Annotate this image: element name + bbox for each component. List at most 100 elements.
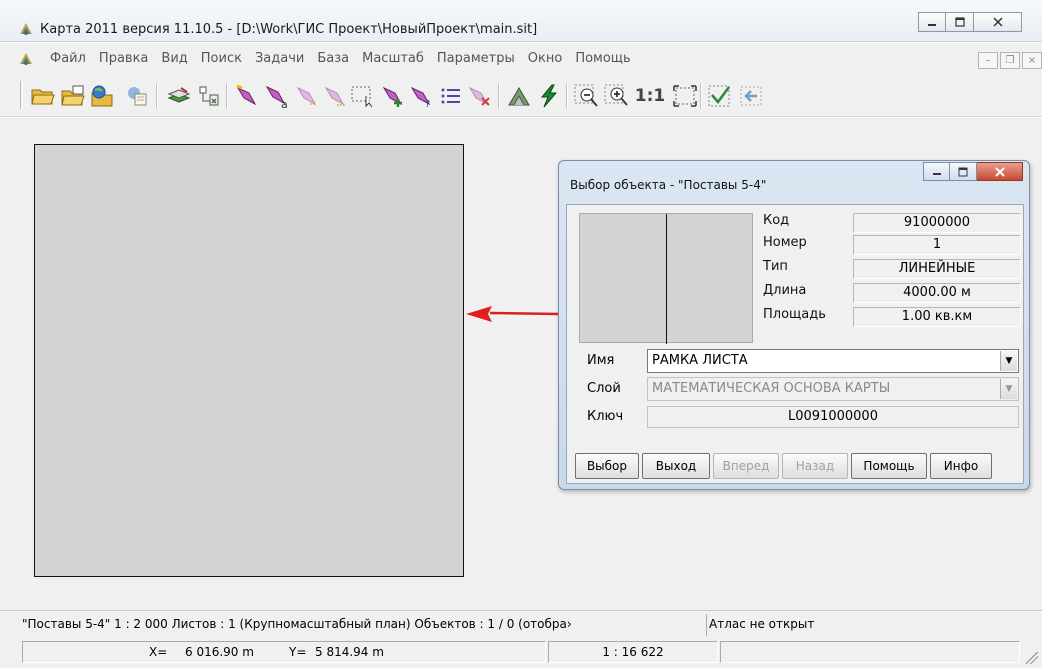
menu-file[interactable]: Файл xyxy=(44,51,93,66)
select-area-icon[interactable] xyxy=(350,83,376,109)
app-map-icon xyxy=(18,21,34,37)
window-title: Карта 2011 версия 11.10.5 - [D:\Work\ГИС… xyxy=(40,22,538,37)
status-map-info: "Поставы 5-4" 1 : 2 000 Листов : 1 (Круп… xyxy=(22,617,572,631)
maximize-icon xyxy=(958,167,968,176)
name-combobox[interactable]: РАМКА ЛИСТА ▼ xyxy=(647,349,1019,373)
type-label: Тип xyxy=(763,259,788,274)
select-disabled-icon[interactable] xyxy=(294,83,320,109)
close-icon xyxy=(992,17,1003,27)
area-value: 1.00 кв.км xyxy=(853,307,1021,327)
back-button[interactable]: Назад xyxy=(782,453,848,479)
select-by-name-icon[interactable]: a xyxy=(264,83,290,109)
toolbar-grip[interactable] xyxy=(20,81,23,109)
close-button[interactable] xyxy=(974,12,1022,32)
exit-button[interactable]: Выход xyxy=(642,453,710,479)
key-value: L0091000000 xyxy=(647,406,1019,428)
menu-tasks[interactable]: Задачи xyxy=(249,51,311,66)
map-workspace: Выбор объекта - "Поставы 5-4" Код 910000… xyxy=(0,118,1042,610)
close-icon xyxy=(994,166,1005,177)
database-globe-icon[interactable] xyxy=(124,83,150,109)
x-coordinate: 6 016.90 m xyxy=(185,645,254,659)
area-label: Площадь xyxy=(763,307,826,322)
select-button[interactable]: Выбор xyxy=(575,453,639,479)
help-button[interactable]: Помощь xyxy=(851,453,927,479)
menu-search[interactable]: Поиск xyxy=(195,51,249,66)
menu-bar: Файл Правка Вид Поиск Задачи База Масшта… xyxy=(0,43,1042,73)
menu-help[interactable]: Помощь xyxy=(569,51,637,66)
svg-text:a: a xyxy=(281,98,288,109)
open-folder-icon[interactable] xyxy=(30,83,56,109)
preview-line xyxy=(666,214,667,344)
chevron-down-icon[interactable]: ▼ xyxy=(1000,379,1017,399)
dialog-title: Выбор объекта - "Поставы 5-4" xyxy=(570,178,767,192)
chevron-down-icon[interactable]: ▼ xyxy=(1000,351,1017,371)
status-bar-bottom: X= 6 016.90 m Y= 5 814.94 m 1 : 16 622 xyxy=(0,638,1042,668)
y-coordinate: 5 814.94 m xyxy=(315,645,384,659)
select-object-icon[interactable] xyxy=(234,83,260,109)
mdi-close-button[interactable]: × xyxy=(1022,52,1042,69)
menu-scale[interactable]: Масштаб xyxy=(356,51,431,66)
open-multiple-icon[interactable] xyxy=(60,83,86,109)
check-icon[interactable] xyxy=(708,83,734,109)
status-atlas: Атлас не открыт xyxy=(706,614,1042,636)
mdi-minimize-button[interactable]: – xyxy=(978,52,998,69)
dialog-maximize-button[interactable] xyxy=(950,162,977,181)
layers-icon[interactable] xyxy=(166,83,192,109)
svg-text:?: ? xyxy=(425,99,430,108)
select-similar-icon[interactable] xyxy=(322,83,348,109)
forward-button[interactable]: Вперед xyxy=(713,453,779,479)
resize-grip[interactable] xyxy=(1026,652,1038,664)
dialog-close-button[interactable] xyxy=(977,162,1023,181)
terrain-3d-icon[interactable] xyxy=(506,83,532,109)
menu-window[interactable]: Окно xyxy=(522,51,570,66)
menu-database[interactable]: База xyxy=(311,51,356,66)
type-value: ЛИНЕЙНЫЕ xyxy=(853,259,1021,279)
layer-combobox[interactable]: МАТЕМАТИЧЕСКАЯ ОСНОВА КАРТЫ ▼ xyxy=(647,377,1019,401)
minimize-icon xyxy=(928,24,936,26)
mdi-restore-button[interactable]: ❐ xyxy=(1000,52,1020,69)
list-icon[interactable] xyxy=(438,83,464,109)
object-selection-dialog: Выбор объекта - "Поставы 5-4" Код 910000… xyxy=(558,160,1030,490)
y-label: Y= xyxy=(289,645,307,659)
menu-parameters[interactable]: Параметры xyxy=(431,51,522,66)
clear-selection-icon[interactable] xyxy=(466,83,492,109)
back-arrow-icon[interactable] xyxy=(738,83,764,109)
name-value: РАМКА ЛИСТА xyxy=(652,353,748,368)
menu-edit[interactable]: Правка xyxy=(93,51,155,66)
zoom-out-icon[interactable] xyxy=(574,83,600,109)
key-label: Ключ xyxy=(587,409,624,424)
scale-1-to-1-button[interactable]: 1:1 xyxy=(632,83,668,109)
zoom-in-icon[interactable] xyxy=(604,83,630,109)
red-arrow-annotation xyxy=(466,306,561,322)
minimize-button[interactable] xyxy=(918,12,946,32)
open-globe-icon[interactable] xyxy=(90,83,116,109)
number-value: 1 xyxy=(853,235,1021,255)
info-button[interactable]: Инфо xyxy=(930,453,992,479)
dialog-minimize-button[interactable] xyxy=(923,162,950,181)
main-toolbar: a ? 1:1 xyxy=(0,73,1042,117)
status-bar-top: "Поставы 5-4" 1 : 2 000 Листов : 1 (Круп… xyxy=(0,610,1042,638)
maximize-button[interactable] xyxy=(946,12,974,32)
add-to-selection-icon[interactable] xyxy=(380,83,406,109)
object-tree-icon[interactable] xyxy=(196,83,222,109)
window-title-bar: Карта 2011 версия 11.10.5 - [D:\Work\ГИС… xyxy=(0,0,1042,42)
map-sheet-frame[interactable] xyxy=(34,144,464,577)
layer-value: МАТЕМАТИЧЕСКАЯ ОСНОВА КАРТЫ xyxy=(652,381,891,396)
minimize-icon xyxy=(932,172,941,175)
x-label: X= xyxy=(149,645,168,659)
document-map-icon[interactable] xyxy=(18,51,34,67)
length-label: Длина xyxy=(763,283,807,298)
lightning-icon[interactable] xyxy=(536,83,562,109)
coordinates-panel: X= 6 016.90 m Y= 5 814.94 m xyxy=(22,641,546,663)
code-label: Код xyxy=(763,213,790,228)
window-controls xyxy=(918,12,1022,34)
object-preview xyxy=(579,213,753,344)
name-label: Имя xyxy=(587,353,615,368)
code-value: 91000000 xyxy=(853,213,1021,233)
dialog-button-row: Выбор Выход Вперед Назад Помощь Инфо xyxy=(575,453,992,479)
current-scale: 1 : 16 622 xyxy=(548,641,718,663)
menu-view[interactable]: Вид xyxy=(155,51,194,66)
fit-to-window-icon[interactable] xyxy=(672,83,698,109)
dialog-body: Код 91000000 Номер 1 Тип ЛИНЕЙНЫЕ Длина … xyxy=(566,204,1024,484)
select-query-icon[interactable]: ? xyxy=(408,83,434,109)
